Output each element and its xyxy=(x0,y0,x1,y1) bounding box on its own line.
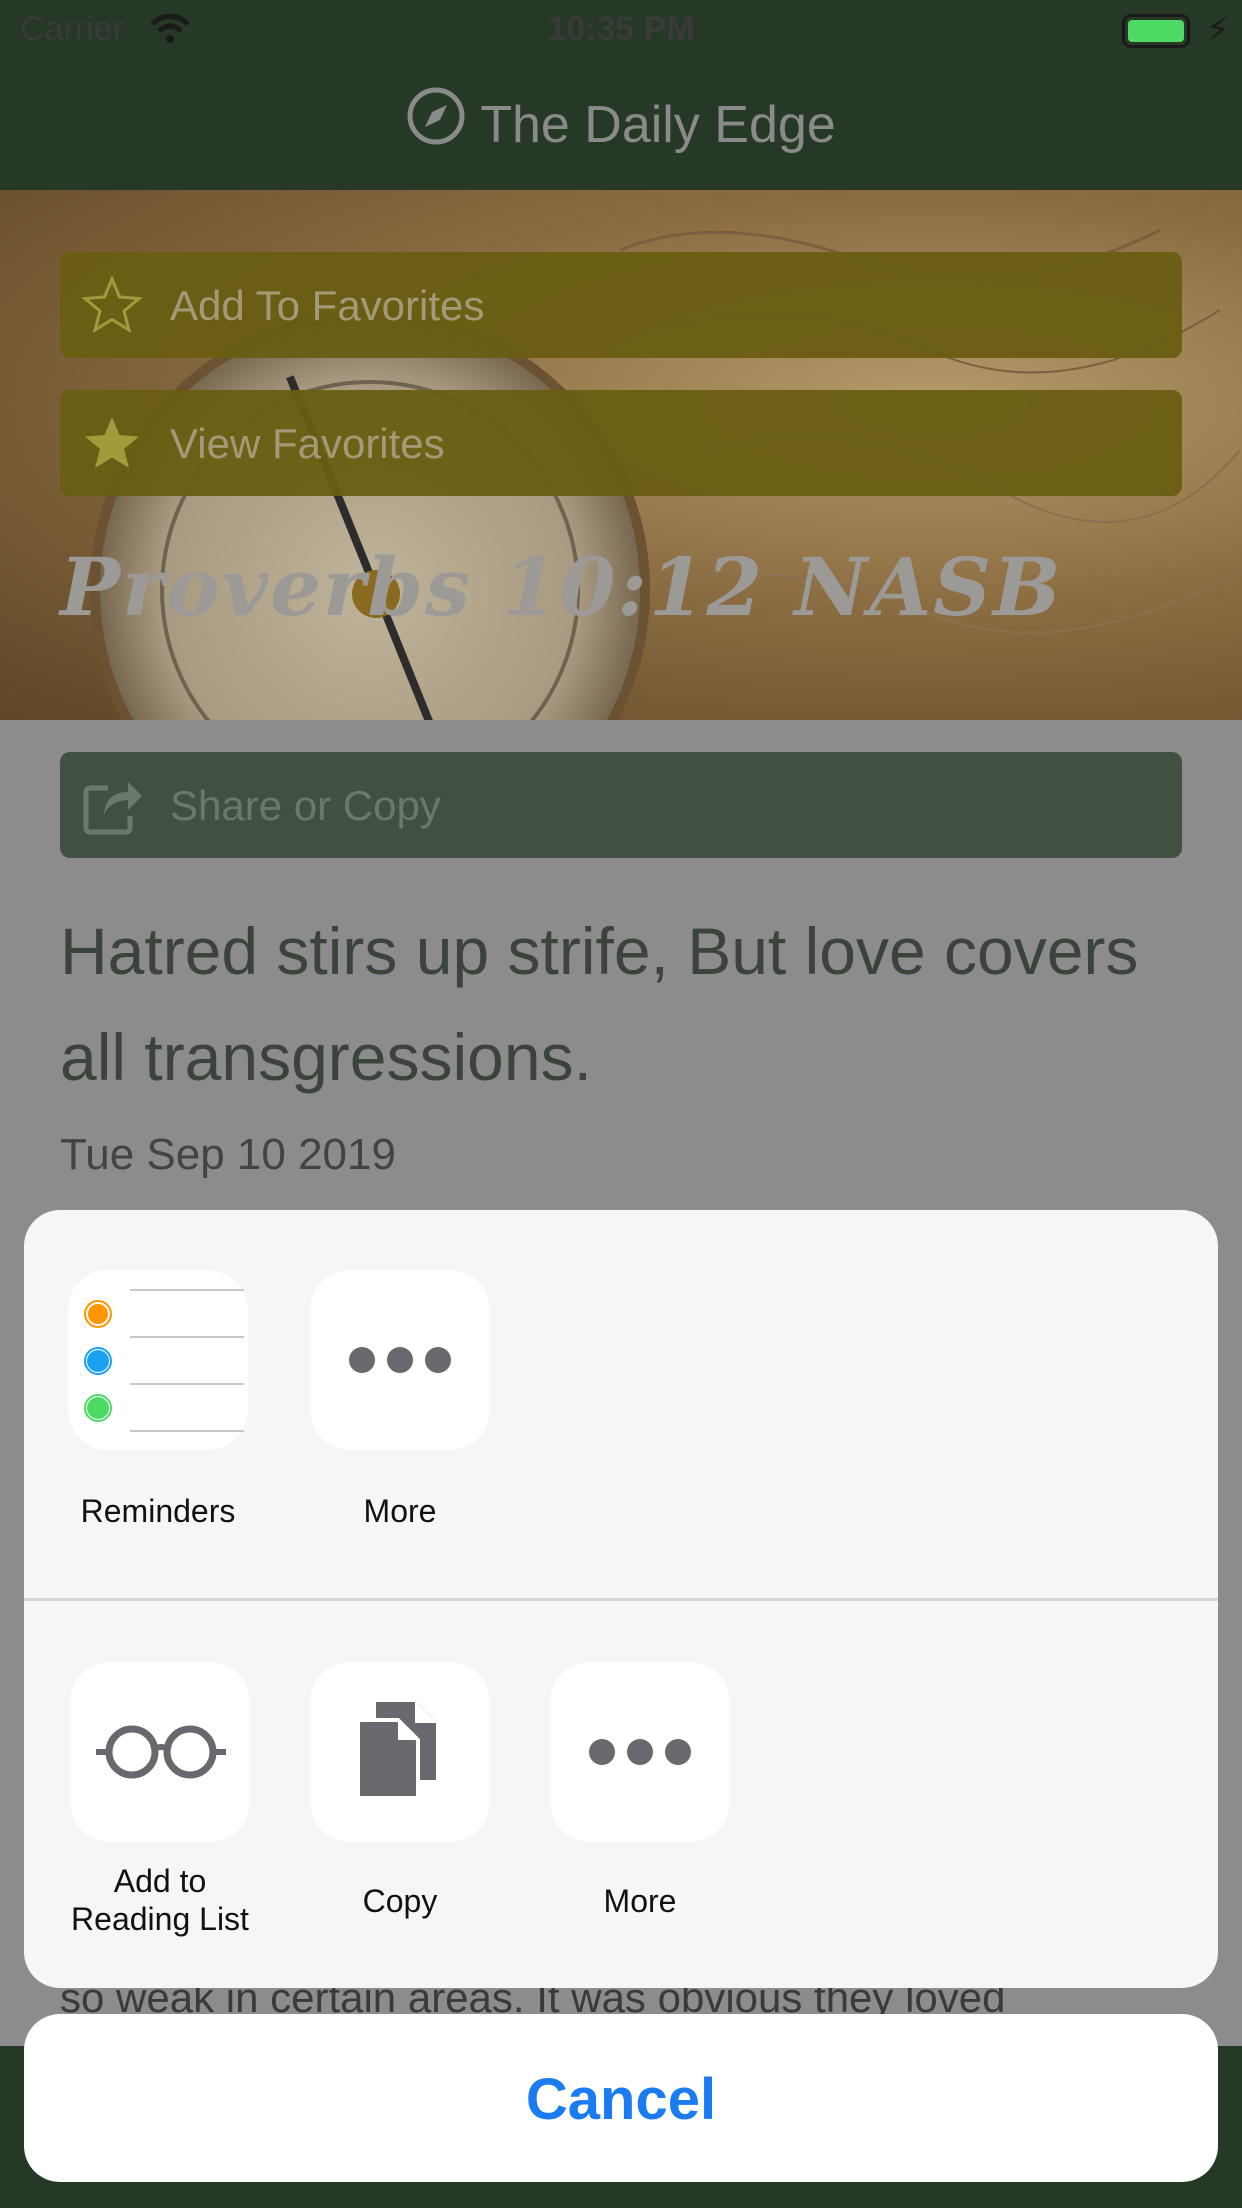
share-or-copy-label: Share or Copy xyxy=(170,782,441,829)
view-favorites-button[interactable]: View Favorites xyxy=(60,390,1182,496)
add-to-favorites-button[interactable]: Add To Favorites xyxy=(60,252,1182,358)
reminders-icon xyxy=(84,1289,244,1432)
compass-icon xyxy=(406,86,466,159)
clock: 10:35 PM xyxy=(547,10,695,48)
glasses-icon xyxy=(96,1725,226,1779)
more-icon xyxy=(589,1739,691,1765)
cancel-button[interactable]: Cancel xyxy=(24,2014,1218,2182)
share-or-copy-button[interactable]: Share or Copy xyxy=(60,752,1182,858)
more-actions-button[interactable] xyxy=(550,1662,730,1842)
reminders-label: Reminders xyxy=(80,1493,236,1529)
more-apps-button[interactable] xyxy=(310,1270,490,1450)
app-title: The Daily Edge xyxy=(480,96,836,155)
row-divider xyxy=(24,1598,1218,1601)
nav-title: The Daily Edge xyxy=(0,87,1242,165)
more-icon xyxy=(349,1347,451,1373)
more-apps-label: More xyxy=(363,1493,437,1529)
star-outline-icon xyxy=(81,275,143,339)
battery-icon xyxy=(1122,14,1190,48)
reminders-activity[interactable] xyxy=(68,1270,248,1450)
copy-action[interactable] xyxy=(310,1662,490,1842)
add-to-reading-list-action[interactable] xyxy=(70,1662,250,1842)
cancel-label: Cancel xyxy=(525,2067,717,2132)
status-bar: Carrier 10:35 PM ⚡ xyxy=(0,0,1242,62)
copy-label: Copy xyxy=(362,1883,438,1919)
verse-date: Tue Sep 10 2019 xyxy=(60,1130,396,1179)
charging-icon: ⚡ xyxy=(1206,11,1230,49)
share-icon xyxy=(82,774,144,841)
verse-reference: Proverbs 10:12 NASB xyxy=(60,540,1063,634)
verse-text: Hatred stirs up strife, But love covers … xyxy=(60,914,1139,1094)
copy-icon xyxy=(356,1702,436,1800)
more-actions-label: More xyxy=(603,1883,677,1919)
navigation-bar: The Daily Edge xyxy=(0,62,1242,190)
share-sheet: Reminders More Add to Reading List Copy xyxy=(24,1210,1218,1988)
star-filled-icon xyxy=(82,414,142,477)
view-favorites-label: View Favorites xyxy=(170,420,445,467)
compass-illustration xyxy=(90,310,650,720)
add-to-favorites-label: Add To Favorites xyxy=(170,282,485,329)
add-to-reading-list-label: Add to Reading List xyxy=(71,1863,249,1937)
